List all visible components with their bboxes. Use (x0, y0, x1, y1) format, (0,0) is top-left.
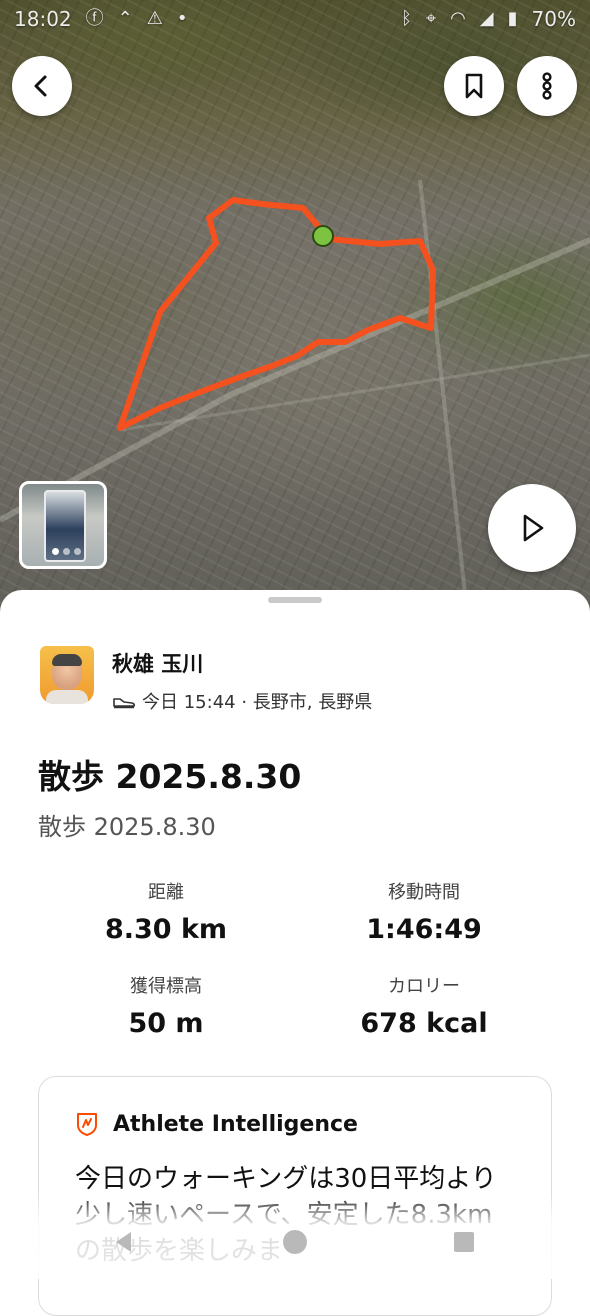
circle-home-icon (283, 1230, 307, 1254)
stat-value: 8.30 km (104, 914, 228, 945)
stat-value: 1:46:49 (366, 914, 482, 945)
athlete-intelligence-icon (77, 1113, 97, 1136)
nav-home-button[interactable] (275, 1222, 315, 1262)
activity-description: 散歩 2025.8.30 (38, 813, 216, 841)
clock: 18:02 (14, 7, 72, 31)
athlete-header[interactable]: 秋雄 玉川 今日 15:44 · 長野市, 長野県 (40, 646, 372, 714)
pager-dot (63, 548, 70, 555)
activity-detail-sheet[interactable]: 秋雄 玉川 今日 15:44 · 長野市, 長野県 散歩 2025.8.30 散… (0, 590, 590, 1316)
stat-value: 678 kcal (360, 1008, 488, 1039)
location-icon: ⌖ (425, 8, 437, 29)
wifi-icon: ◠ (450, 8, 466, 29)
stat-label: 獲得標高 (130, 976, 202, 997)
back-button[interactable] (12, 56, 72, 116)
activity-date-location: 今日 15:44 · 長野市, 長野県 (142, 692, 373, 713)
activity-photo-thumbnail[interactable] (19, 481, 107, 569)
system-navigation-bar (0, 1222, 590, 1262)
bookmark-button[interactable] (444, 56, 504, 116)
stat-moving-time: 移動時間 1:46:49 (304, 878, 544, 945)
battery-level: 70% (531, 7, 576, 31)
triangle-back-icon (116, 1232, 131, 1252)
play-icon (523, 514, 544, 542)
status-bar: 18:02 ⓕ ⌃ ⚠ • ᛒ ⌖ ◠ ◢ ▮ 70% (0, 0, 590, 38)
more-vertical-icon (542, 72, 552, 100)
nav-back-button[interactable] (104, 1222, 144, 1262)
activity-meta: 今日 15:44 · 長野市, 長野県 (112, 688, 372, 714)
stat-value: 50 m (128, 1008, 204, 1039)
route-start-marker (312, 225, 334, 247)
bookmark-icon (465, 73, 483, 99)
athlete-intelligence-title: Athlete Intelligence (113, 1111, 358, 1137)
route-map[interactable]: 18:02 ⓕ ⌃ ⚠ • ᛒ ⌖ ◠ ◢ ▮ 70% (0, 0, 590, 640)
athlete-intelligence-header: Athlete Intelligence (75, 1111, 358, 1137)
pager-dot (52, 548, 59, 555)
athlete-name[interactable]: 秋雄 玉川 (112, 648, 372, 678)
chevron-left-icon (34, 75, 47, 97)
bluetooth-icon: ᛒ (401, 8, 412, 29)
avatar[interactable] (40, 646, 94, 704)
stat-label: 距離 (148, 882, 184, 903)
route-line (117, 197, 436, 431)
stat-label: 移動時間 (388, 882, 460, 903)
square-recents-icon (454, 1232, 474, 1252)
dot-icon: • (176, 8, 188, 29)
battery-icon: ▮ (507, 8, 518, 29)
play-flyover-button[interactable] (488, 484, 576, 572)
stat-calories: カロリー 678 kcal (304, 972, 544, 1039)
cell-signal-icon: ◢ (479, 8, 494, 29)
sheet-drag-handle[interactable] (268, 597, 322, 603)
pager-dot (74, 548, 81, 555)
stat-elevation-gain: 獲得標高 50 m (46, 972, 286, 1039)
stat-distance: 距離 8.30 km (46, 878, 286, 945)
stat-label: カロリー (388, 976, 460, 997)
warning-icon: ⚠ (146, 8, 163, 29)
signal-arrow-icon: ⌃ (117, 8, 133, 29)
facebook-icon: ⓕ (85, 8, 104, 29)
shoe-icon (113, 698, 136, 709)
nav-recents-button[interactable] (444, 1222, 484, 1262)
activity-title: 散歩 2025.8.30 (38, 757, 302, 796)
more-options-button[interactable] (517, 56, 577, 116)
photo-pager-dots (52, 548, 81, 555)
